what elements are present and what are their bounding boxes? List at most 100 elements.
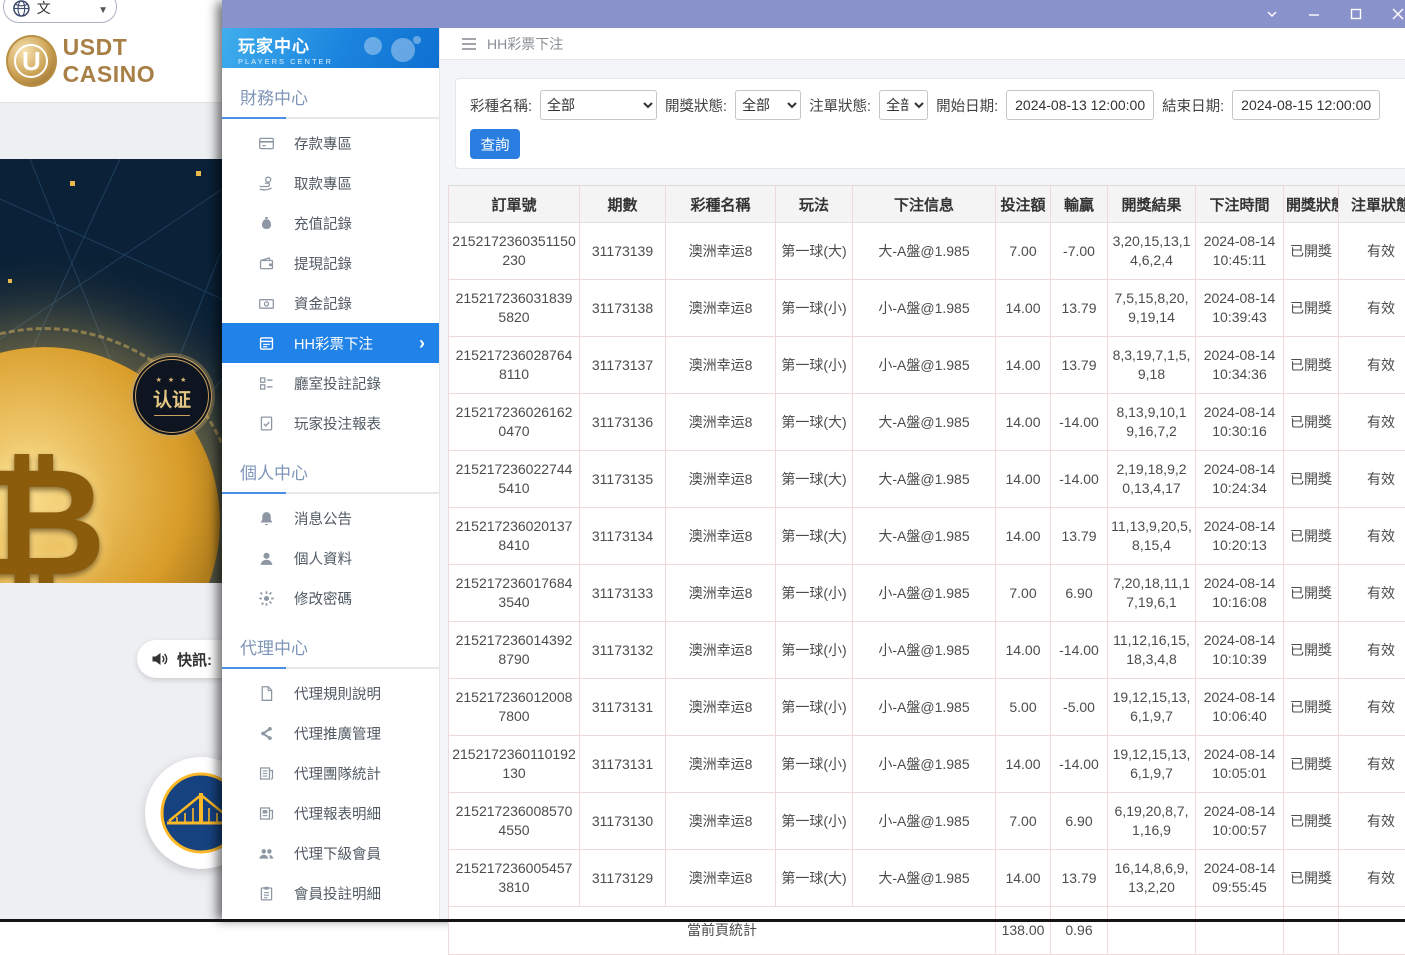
table-cell: 2152172360351150230	[449, 223, 580, 280]
table-cell: 小-A盤@1.985	[853, 337, 996, 394]
table-cell: 澳洲幸运8	[666, 793, 776, 850]
sidebar-item-agent-report[interactable]: 代理報表明細	[222, 793, 439, 833]
sidebar-item-profile[interactable]: 個人資料	[222, 538, 439, 578]
table-cell: 小-A盤@1.985	[853, 736, 996, 793]
sidebar-item-label: 個人資料	[294, 548, 352, 569]
table-cell: 大-A盤@1.985	[853, 451, 996, 508]
table-cell: 已開獎	[1284, 736, 1339, 793]
table-cell: 13.79	[1051, 337, 1108, 394]
table-cell: 13.79	[1051, 508, 1108, 565]
table-header-cell: 輸贏	[1051, 186, 1108, 223]
sidebar-item-bet-detail[interactable]: 會員投註明細	[222, 873, 439, 913]
draw-status-select[interactable]: 全部	[735, 90, 801, 120]
table-cell: 14.00	[996, 508, 1051, 565]
table-cell: 有效	[1339, 280, 1405, 337]
table-cell: 第一球(大)	[776, 850, 853, 907]
table-cell: 19,12,15,13,6,1,9,7	[1108, 679, 1196, 736]
end-date-input[interactable]	[1232, 90, 1380, 120]
table-cell: 31173133	[580, 565, 666, 622]
order-status-select[interactable]: 全部	[879, 90, 928, 120]
sidebar-item-lottery[interactable]: HH彩票下注›	[222, 323, 439, 363]
table-cell: 2152172360201378410	[449, 508, 580, 565]
hamburger-menu-icon[interactable]	[461, 37, 477, 51]
window-maximize-button[interactable]	[1341, 0, 1371, 28]
table-cell: 已開獎	[1284, 622, 1339, 679]
sidebar-item-members[interactable]: 代理下級會員	[222, 833, 439, 873]
table-cell: 2024-08-14 10:10:39	[1196, 622, 1284, 679]
table-cell: 13.79	[1051, 850, 1108, 907]
sidebar-item-deposit[interactable]: 存款專區	[222, 123, 439, 163]
table-cell: 已開獎	[1284, 508, 1339, 565]
sidebar-section-title: 個人中心	[222, 455, 439, 492]
lottery-name-select[interactable]: 全部	[540, 90, 657, 120]
sidebar-section: 財務中心存款專區取款專區充值記錄提現記錄資金記錄HH彩票下注›廳室投註記錄玩家投…	[222, 68, 439, 443]
table-row: 215217236017684354031173133澳洲幸运8第一球(小)小-…	[449, 565, 1405, 622]
window-dropdown-button[interactable]	[1257, 0, 1287, 28]
table-cell: 14.00	[996, 280, 1051, 337]
table-cell: 2152172360110192130	[449, 736, 580, 793]
table-row: 215217236011019213031173131澳洲幸运8第一球(小)小-…	[449, 736, 1405, 793]
chevron-right-icon: ›	[419, 333, 425, 354]
news-ticker[interactable]: 快訊:	[137, 640, 222, 678]
window-minimize-button[interactable]	[1299, 0, 1329, 28]
table-row: 215217236028764811031173137澳洲幸运8第一球(小)小-…	[449, 337, 1405, 394]
table-cell: 2152172360143928790	[449, 622, 580, 679]
table-cell: 第一球(小)	[776, 337, 853, 394]
table-row: 215217236008570455031173130澳洲幸运8第一球(小)小-…	[449, 793, 1405, 850]
table-cell: 有效	[1339, 850, 1405, 907]
start-date-input[interactable]	[1006, 90, 1154, 120]
end-date-label: 結束日期:	[1162, 95, 1224, 116]
table-cell: 2024-08-14 10:24:34	[1196, 451, 1284, 508]
funds-icon	[258, 295, 275, 312]
table-cell: -14.00	[1051, 451, 1108, 508]
language-label: 繁体中文	[37, 0, 92, 18]
window-close-button[interactable]	[1383, 0, 1405, 28]
bets-table: 訂單號期數彩種名稱玩法下注信息投注額輸贏開獎結果下注時間開獎狀態注單狀態 215…	[448, 185, 1405, 955]
sidebar-item-report[interactable]: 玩家投注報表	[222, 403, 439, 443]
table-cell: 第一球(大)	[776, 394, 853, 451]
news-ticker-label: 快訊:	[177, 649, 212, 670]
table-cell: 2024-08-14 10:30:16	[1196, 394, 1284, 451]
table-cell: 3,20,15,13,14,6,2,4	[1108, 223, 1196, 280]
table-cell: 第一球(大)	[776, 223, 853, 280]
sidebar-item-promote[interactable]: 代理推廣管理	[222, 713, 439, 753]
sidebar-item-notice[interactable]: 消息公告	[222, 498, 439, 538]
language-selector[interactable]: 繁体中文 ▼	[3, 0, 117, 23]
chevron-down-icon: ▼	[98, 5, 108, 18]
table-cell: 31173135	[580, 451, 666, 508]
sidebar-item-funds[interactable]: 資金記錄	[222, 283, 439, 323]
section-divider	[222, 667, 439, 669]
team-icon	[258, 765, 275, 782]
sidebar-item-team[interactable]: 代理團隊統計	[222, 753, 439, 793]
sidebar-item-withdraw[interactable]: 取款專區	[222, 163, 439, 203]
sidebar-header: 玩家中心 PLAYERS CENTER	[222, 28, 439, 68]
table-cell: 小-A盤@1.985	[853, 280, 996, 337]
table-cell: 大-A盤@1.985	[853, 394, 996, 451]
sidebar-item-password[interactable]: 修改密碼	[222, 578, 439, 618]
order-status-label: 注單狀態:	[809, 95, 871, 116]
table-cell: 31173134	[580, 508, 666, 565]
search-button[interactable]: 查詢	[470, 129, 520, 159]
sidebar-item-rules[interactable]: 代理規則說明	[222, 673, 439, 713]
table-cell: 2152172360261620470	[449, 394, 580, 451]
profile-icon	[258, 550, 275, 567]
table-cell: 2024-08-14 10:16:08	[1196, 565, 1284, 622]
table-cell: 6,19,20,8,7,1,16,9	[1108, 793, 1196, 850]
table-header-cell: 下注信息	[853, 186, 996, 223]
sidebar-item-cashout[interactable]: 提現記錄	[222, 243, 439, 283]
table-cell: 已開獎	[1284, 850, 1339, 907]
sidebar-item-recharge[interactable]: 充值記錄	[222, 203, 439, 243]
table-cell: 有效	[1339, 565, 1405, 622]
table-cell: 11,12,16,15,18,3,4,8	[1108, 622, 1196, 679]
gamepad-decoration-icon	[355, 32, 425, 66]
table-cell: 澳洲幸运8	[666, 679, 776, 736]
sidebar-item-hall[interactable]: 廳室投註記錄	[222, 363, 439, 403]
table-cell: 31173132	[580, 622, 666, 679]
floating-service-button[interactable]	[145, 757, 222, 869]
sidebar: 玩家中心 PLAYERS CENTER 財務中心存款專區取款專區充值記錄提現記錄…	[222, 28, 440, 922]
draw-status-label: 開獎狀態:	[665, 95, 727, 116]
sidebar-item-label: 代理規則說明	[294, 683, 381, 704]
table-cell: -14.00	[1051, 622, 1108, 679]
table-cell: -7.00	[1051, 223, 1108, 280]
site-logo[interactable]: U USDT CASINO	[6, 34, 222, 88]
